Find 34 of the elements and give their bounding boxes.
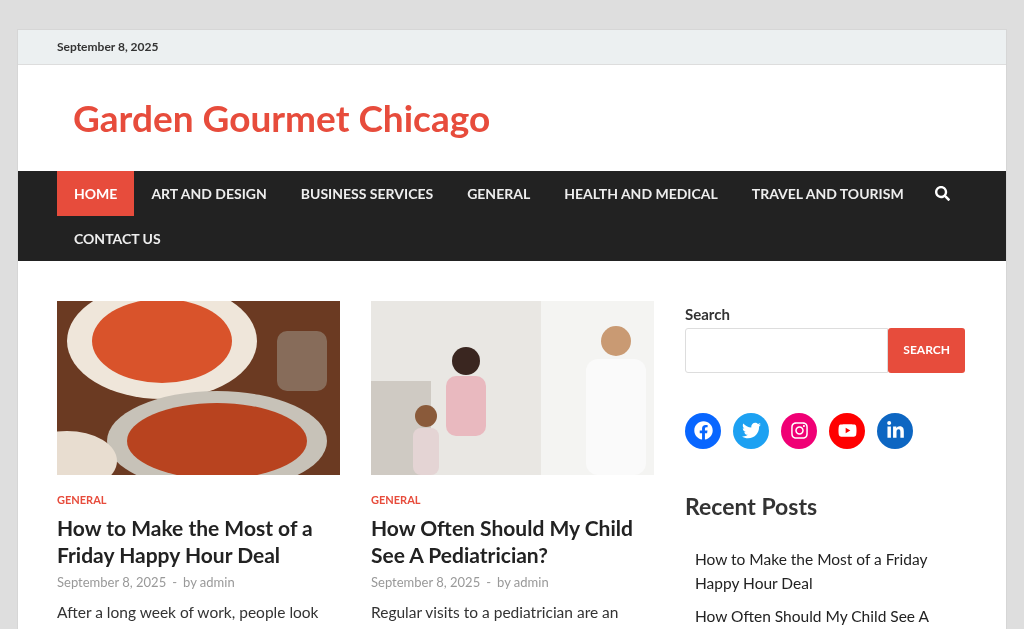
social-link[interactable] bbox=[877, 412, 913, 449]
recent-post-link[interactable]: How to Make the Most of a Friday Happy Hour Deal bbox=[695, 547, 965, 595]
date-text: September 8, 2025 bbox=[57, 38, 159, 56]
social-link[interactable] bbox=[781, 412, 817, 449]
facebook-icon bbox=[693, 421, 713, 440]
nav-link[interactable]: TRAVEL AND TOURISM bbox=[734, 171, 921, 216]
separator-text: - bbox=[172, 572, 178, 592]
nav-link[interactable]: CONTACT US bbox=[57, 216, 178, 261]
nav-link[interactable]: GENERAL bbox=[450, 171, 548, 216]
post-title[interactable]: How to Make the Most of a Friday Happy Hour Deal bbox=[57, 513, 340, 568]
play-icon bbox=[837, 421, 857, 440]
nav-link[interactable]: HEALTH AND MEDICAL bbox=[547, 171, 735, 216]
site-title[interactable]: Garden Gourmet Chicago bbox=[73, 90, 491, 146]
nav-link[interactable]: ART AND DESIGN bbox=[134, 171, 284, 216]
social-link[interactable] bbox=[685, 412, 721, 449]
recent-post-link[interactable]: How Often Should My Child See A bbox=[695, 604, 965, 628]
post-excerpt: After a long week of work, people look bbox=[57, 603, 320, 621]
separator-text: - bbox=[486, 572, 492, 592]
bird-icon bbox=[741, 421, 761, 440]
search-field[interactable] bbox=[685, 327, 889, 373]
social-link[interactable] bbox=[829, 412, 865, 449]
social-link[interactable] bbox=[733, 412, 769, 449]
linkedin-icon bbox=[885, 421, 905, 440]
nav-link[interactable]: BUSINESS SERVICES bbox=[283, 171, 451, 216]
search-icon[interactable] bbox=[934, 186, 950, 201]
category-link[interactable]: GENERAL bbox=[57, 492, 340, 509]
camera-icon bbox=[789, 421, 809, 440]
category-link[interactable]: GENERAL bbox=[371, 492, 654, 509]
search-label: Search bbox=[685, 304, 731, 325]
nav-link[interactable]: HOME bbox=[57, 171, 135, 216]
widget-title: Recent Posts bbox=[685, 490, 819, 522]
post-excerpt: Regular visits to a pediatrician are an bbox=[371, 603, 620, 621]
search-button[interactable]: SEARCH bbox=[888, 327, 965, 373]
post-title[interactable]: How Often Should My Child See A Pediatrician? bbox=[371, 513, 654, 568]
